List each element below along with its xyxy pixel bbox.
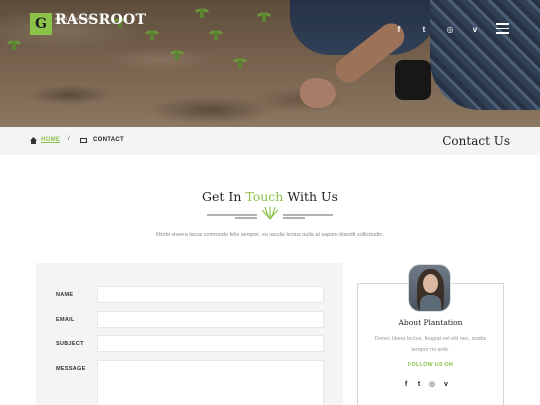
dribbble-icon[interactable]: ◎ — [444, 24, 456, 36]
email-label: EMAIL — [56, 317, 75, 323]
message-textarea[interactable] — [97, 360, 324, 405]
page-title: Contact Us — [442, 134, 510, 148]
envelope-icon — [80, 138, 87, 143]
page: G RASSROOT AGRO SOLUTION f t ◎ v HOME / … — [0, 0, 540, 405]
grass-divider-icon — [207, 206, 333, 220]
logo-letter-box: G — [30, 13, 52, 35]
section-description: Morbi viverra lacus commodo felis semper… — [156, 232, 384, 238]
vimeo-icon[interactable]: v — [469, 24, 481, 36]
dribbble-icon[interactable]: ◎ — [427, 380, 437, 390]
hero-banner: G RASSROOT AGRO SOLUTION f t ◎ v — [0, 0, 540, 127]
vimeo-icon[interactable]: v — [441, 380, 451, 390]
breadcrumb-separator: / — [68, 136, 70, 142]
contact-form: NAME EMAIL SUBJECT MESSAGE — [36, 263, 343, 405]
subject-input[interactable] — [97, 335, 324, 352]
name-label: NAME — [56, 292, 74, 298]
logo-tagline: AGRO SOLUTION — [55, 17, 91, 21]
twitter-icon[interactable]: t — [418, 24, 430, 36]
breadcrumb-current: CONTACT — [93, 137, 124, 143]
hamburger-menu-icon[interactable] — [496, 23, 509, 34]
twitter-icon[interactable]: t — [414, 380, 424, 390]
name-input[interactable] — [97, 286, 324, 303]
section-title-highlight: Touch — [245, 189, 284, 204]
about-card-title: About Plantation — [398, 318, 463, 327]
home-icon — [30, 137, 37, 144]
follow-us-label: FOLLOW US ON — [407, 362, 454, 368]
subject-label: SUBJECT — [56, 341, 84, 347]
facebook-icon[interactable]: f — [393, 24, 405, 36]
email-input[interactable] — [97, 311, 324, 328]
section-title: Get In Touch With Us — [0, 189, 540, 204]
facebook-icon[interactable]: f — [401, 380, 411, 390]
section-title-after: With Us — [283, 189, 338, 204]
breadcrumb-bar: HOME / CONTACT Contact Us — [0, 127, 540, 155]
section-title-before: Get In — [202, 189, 246, 204]
about-card-description: Donec libero lectus, feugiat vel elit ne… — [374, 336, 487, 353]
message-label: MESSAGE — [56, 366, 86, 372]
avatar — [408, 264, 451, 312]
breadcrumb-home-link[interactable]: HOME — [41, 137, 60, 143]
